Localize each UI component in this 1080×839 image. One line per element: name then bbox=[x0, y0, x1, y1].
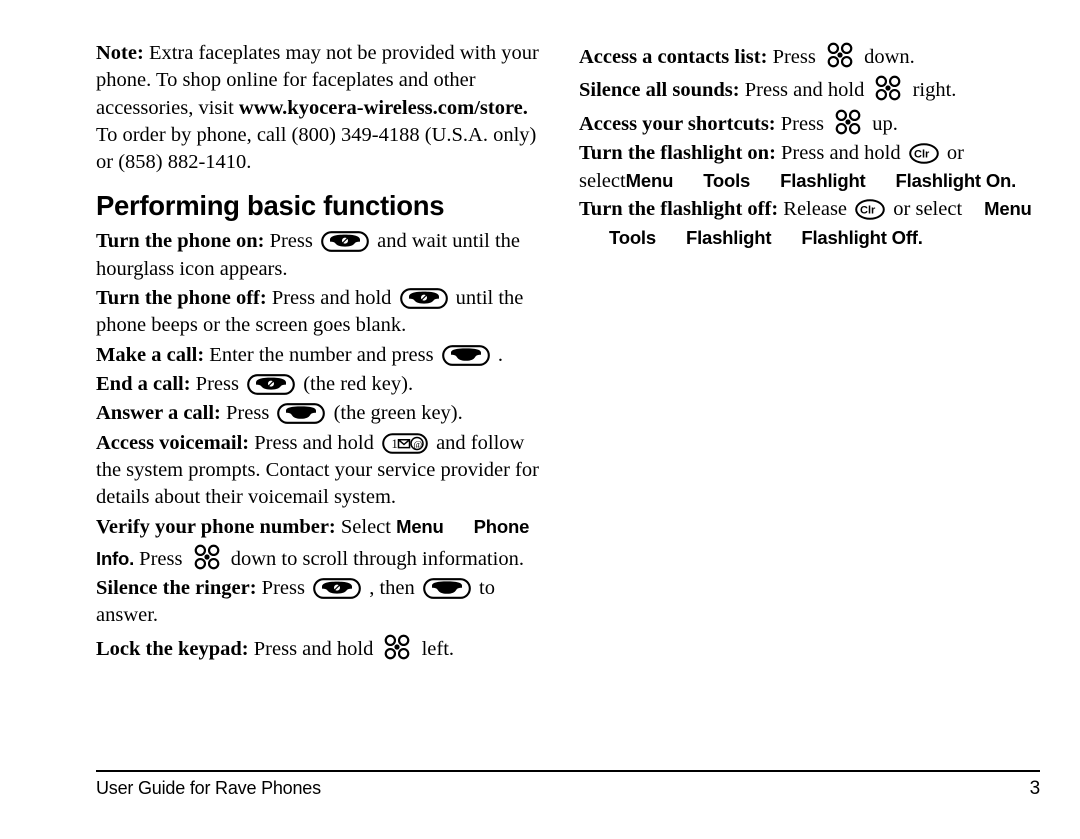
instruction-text-before: Press and hold bbox=[249, 431, 379, 454]
instruction-lead: Turn the flashlight off: bbox=[579, 198, 779, 221]
instruction-text-before: Press bbox=[190, 372, 245, 395]
page-footer: User Guide for Rave Phones 3 bbox=[96, 770, 1040, 800]
instruction-text-before: Press bbox=[767, 46, 821, 68]
instruction-text-after: up. bbox=[867, 112, 898, 135]
instruction-lead: End a call: bbox=[96, 372, 191, 395]
instruction-text-before: Select bbox=[335, 516, 397, 539]
instruction-lead: Access voicemail: bbox=[96, 431, 250, 454]
svg-text:Clr: Clr bbox=[860, 205, 876, 217]
menu-path-item-menu[interactable]: Menu bbox=[984, 198, 1032, 219]
instruction-lead: Access your shortcuts: bbox=[579, 112, 776, 135]
clear-key-icon: Clr bbox=[908, 143, 939, 164]
instruction-lead: Silence all sounds: bbox=[579, 79, 740, 102]
section-heading: Performing basic functions bbox=[96, 190, 445, 222]
instruction-text-before: Press bbox=[264, 230, 318, 253]
instruction-end-a-call: End a call: Press (the red key). bbox=[96, 371, 548, 398]
instruction-lead: Make a call: bbox=[96, 343, 205, 366]
end-call-key-icon bbox=[321, 231, 369, 253]
svg-text:Clr: Clr bbox=[914, 148, 930, 160]
footer-row: User Guide for Rave Phones 3 bbox=[96, 778, 1040, 800]
note-paragraph: Note: Extra faceplates may not be provid… bbox=[96, 40, 548, 176]
instruction-text-after: down to scroll through information. bbox=[225, 547, 524, 570]
instruction-lead: Lock the keypad: bbox=[96, 637, 249, 660]
menu-path-item-flashlight-on[interactable]: Flashlight On. bbox=[896, 170, 1017, 191]
instruction-text-middle: , then bbox=[364, 577, 420, 600]
instruction-text-before: Press bbox=[220, 402, 275, 425]
instruction-make-a-call: Make a call: Enter the number and press … bbox=[96, 342, 548, 369]
instruction-access-voicemail: Access voicemail: Press and hold 1 @ and… bbox=[96, 430, 548, 512]
footer-divider bbox=[96, 770, 1040, 772]
document-page: Note: Extra faceplates may not be provid… bbox=[0, 0, 1080, 839]
instruction-lead: Turn the phone off: bbox=[96, 287, 267, 310]
instruction-silence-the-ringer: Silence the ringer: Press , then to answ… bbox=[96, 575, 548, 630]
navigation-key-icon bbox=[192, 542, 222, 572]
instruction-answer-a-call: Answer a call: Press (the green key). bbox=[96, 400, 548, 427]
instruction-text-before: Enter the number and press bbox=[204, 343, 439, 366]
instruction-lock-the-keypad: Lock the keypad: Press and hold left. bbox=[96, 632, 548, 663]
menu-path-item-menu[interactable]: Menu bbox=[626, 170, 674, 191]
menu-path-item-menu[interactable]: Menu bbox=[396, 516, 444, 537]
note-text-after-url: To order by phone, call (800) 349-4188 (… bbox=[96, 123, 537, 174]
instruction-text-before: Press and hold bbox=[739, 79, 870, 102]
instruction-text-after: (the red key). bbox=[298, 372, 414, 395]
page-number: 3 bbox=[1029, 778, 1041, 799]
instruction-text-before: Press and hold bbox=[248, 637, 379, 660]
instruction-lead: Access a contacts list: bbox=[579, 46, 768, 68]
instruction-lead: Verify your phone number: bbox=[96, 516, 336, 539]
menu-path-item-flashlight[interactable]: Flashlight bbox=[780, 170, 866, 191]
instruction-text-after: down. bbox=[858, 46, 915, 68]
instruction-access-shortcuts: Access your shortcuts: Press up. bbox=[579, 107, 1041, 138]
clear-key-icon: Clr bbox=[855, 199, 885, 221]
svg-text:1: 1 bbox=[391, 437, 397, 451]
menu-path-item-flashlight-off[interactable]: Flashlight Off. bbox=[801, 227, 923, 248]
send-call-key-icon bbox=[441, 344, 490, 366]
instruction-flashlight-on: Turn the flashlight on: Press and hold C… bbox=[579, 140, 1041, 196]
instruction-lead: Silence the ringer: bbox=[96, 577, 257, 600]
right-column: Access a contacts list: Press down. Sile… bbox=[579, 40, 1041, 252]
instruction-text-before: Press bbox=[256, 577, 311, 600]
navigation-key-icon bbox=[825, 40, 855, 70]
instruction-text-after: . bbox=[492, 343, 503, 366]
navigation-key-icon bbox=[382, 632, 412, 662]
instruction-lead: Turn the flashlight on: bbox=[579, 141, 776, 164]
menu-path-item-tools[interactable]: Tools bbox=[609, 227, 656, 248]
instruction-text-before: Release bbox=[778, 198, 853, 221]
voicemail-key-icon: 1 @ bbox=[382, 432, 428, 454]
instruction-text-after: right. bbox=[907, 79, 957, 102]
end-call-key-icon bbox=[247, 374, 295, 395]
instruction-lead: Answer a call: bbox=[96, 402, 221, 425]
instruction-turn-phone-on: Turn the phone on: Press and wait until … bbox=[96, 228, 548, 283]
instruction-text-after: or select bbox=[888, 198, 963, 221]
svg-text:@: @ bbox=[413, 440, 422, 450]
instruction-verify-phone-number: Verify your phone number: Select Menu Pho… bbox=[96, 513, 548, 573]
note-store-url: www.kyocera-wireless.com/store. bbox=[238, 96, 528, 119]
instruction-flashlight-off: Turn the flashlight off: Release Clr or … bbox=[579, 195, 1041, 252]
instruction-lead: Turn the phone on: bbox=[96, 230, 265, 253]
menu-path-item-tools[interactable]: Tools bbox=[703, 170, 750, 191]
instruction-text-before: Press and hold bbox=[775, 141, 906, 164]
end-call-key-icon bbox=[313, 578, 361, 599]
left-column: Note: Extra faceplates may not be provid… bbox=[96, 40, 548, 665]
instruction-access-contacts-list: Access a contacts list: Press down. bbox=[579, 40, 1041, 71]
footer-title: User Guide for Rave Phones bbox=[96, 778, 321, 798]
instruction-text-after: left. bbox=[416, 637, 455, 660]
send-call-key-icon bbox=[277, 403, 326, 425]
note-label: Note: bbox=[96, 42, 144, 64]
instruction-text-before: Press bbox=[775, 112, 830, 135]
instruction-text-before: Press and hold bbox=[266, 287, 397, 310]
instruction-text-middle: Press bbox=[134, 547, 188, 570]
instruction-silence-all-sounds: Silence all sounds: Press and hold right… bbox=[579, 73, 1041, 104]
instruction-text-after: (the green key). bbox=[328, 402, 463, 425]
end-call-key-icon bbox=[399, 288, 448, 309]
instruction-turn-phone-off: Turn the phone off: Press and hold until… bbox=[96, 285, 548, 340]
navigation-key-icon bbox=[873, 73, 903, 103]
send-call-key-icon bbox=[423, 578, 471, 599]
menu-path-item-flashlight[interactable]: Flashlight bbox=[686, 227, 772, 248]
navigation-key-icon bbox=[833, 107, 863, 137]
